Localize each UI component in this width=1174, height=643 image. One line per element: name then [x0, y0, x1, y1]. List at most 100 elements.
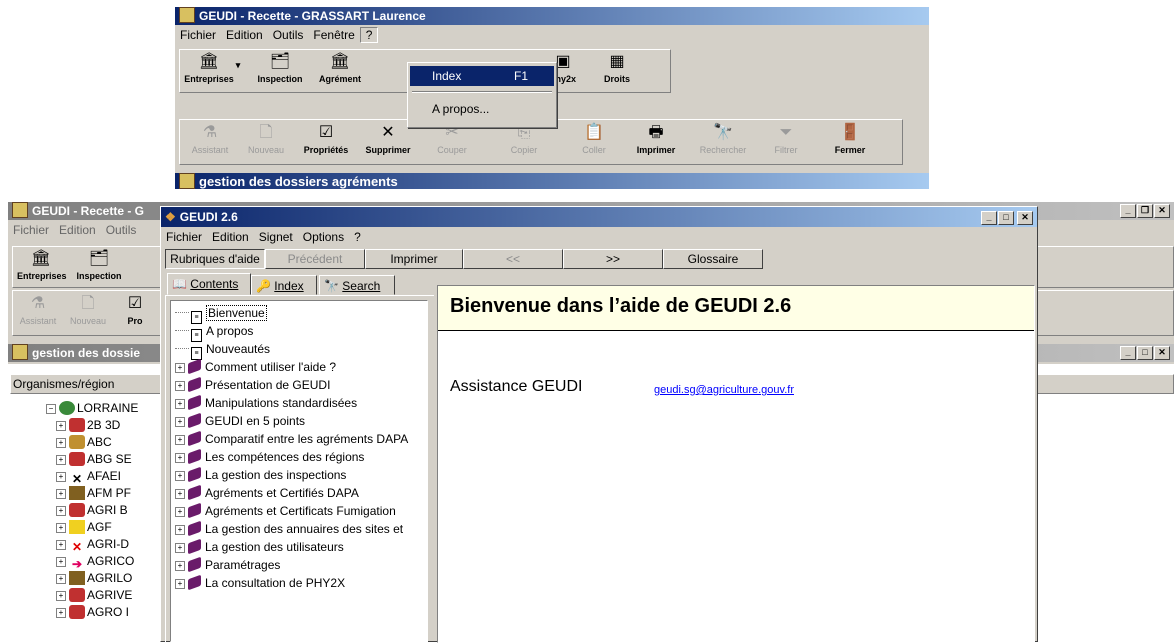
tree-node-organism[interactable]: + ABG SE: [56, 451, 132, 468]
menu-edition[interactable]: Edition: [207, 230, 254, 244]
toolbar-proprietes-button[interactable]: ☑ Pro: [115, 295, 155, 326]
contents-page-item[interactable]: ≡ A propos: [175, 323, 253, 342]
glossaire-button[interactable]: Glossaire: [663, 249, 763, 269]
toolbar-supprimer-button[interactable]: ✕ Supprimer: [358, 124, 418, 155]
toolbar-rechercher-button[interactable]: 🔭 Rechercher: [692, 124, 754, 155]
expand-icon[interactable]: +: [175, 399, 185, 409]
expand-icon[interactable]: +: [56, 523, 66, 533]
expand-icon[interactable]: +: [175, 561, 185, 571]
expand-icon[interactable]: +: [56, 455, 66, 465]
contents-book-item[interactable]: + Agréments et Certificats Fumigation: [175, 502, 396, 520]
minimize-icon[interactable]: _: [1120, 204, 1136, 218]
tab-search[interactable]: 🔭 Search: [319, 275, 395, 295]
expand-icon[interactable]: +: [56, 438, 66, 448]
minimize-icon[interactable]: _: [1120, 346, 1136, 360]
browse-forward-button[interactable]: >>: [563, 249, 663, 269]
contents-book-item[interactable]: + Comment utiliser l'aide ?: [175, 358, 336, 376]
expand-icon[interactable]: +: [56, 557, 66, 567]
tree-node-organism[interactable]: + AGRILO: [56, 570, 132, 587]
expand-icon[interactable]: +: [56, 540, 66, 550]
expand-icon[interactable]: +: [175, 507, 185, 517]
tree-node-organism[interactable]: + AGRIVE: [56, 587, 132, 604]
menu-edition[interactable]: Edition: [54, 223, 101, 237]
contents-page-item[interactable]: ≡ Bienvenue: [175, 305, 267, 324]
menu-item-about[interactable]: A propos...: [410, 99, 554, 119]
contents-book-item[interactable]: + La gestion des utilisateurs: [175, 538, 344, 556]
contents-book-item[interactable]: + La gestion des annuaires des sites et: [175, 520, 403, 538]
tree-node-organism[interactable]: + ✕ AGRI-D: [56, 536, 129, 554]
toolbar-assistant-button[interactable]: ⚗ Assistant: [15, 295, 61, 326]
close-icon[interactable]: ✕: [1017, 211, 1033, 225]
toolbar-entreprises-button[interactable]: 🏛 Entreprises: [184, 53, 234, 84]
tab-contents[interactable]: 📖 Contents: [167, 273, 251, 295]
toolbar-droits-button[interactable]: ▦ Droits: [592, 53, 642, 84]
tree-node-organism[interactable]: + ➔ AGRICO: [56, 553, 134, 571]
menu-fenetre[interactable]: Fenêtre: [308, 28, 359, 42]
tree-node-organism[interactable]: +2B 3D: [56, 417, 120, 434]
menu-edition[interactable]: Edition: [221, 28, 268, 42]
menu-help[interactable]: ?: [359, 27, 379, 43]
contents-page-item[interactable]: ≡ Nouveautés: [175, 341, 270, 360]
tree-node-organism[interactable]: + ✕ AFAEI: [56, 468, 121, 486]
minimize-icon[interactable]: _: [981, 211, 997, 225]
toolbar-copier-button[interactable]: ⎘ Copier: [494, 124, 554, 155]
toolbar-nouveau-button[interactable]: 🗋 Nouveau: [240, 124, 292, 155]
toolbar-inspection-button[interactable]: 🗂 Inspection: [250, 53, 310, 84]
tree-node-organism[interactable]: + AFM PF: [56, 485, 131, 502]
menu-signet[interactable]: Signet: [254, 230, 298, 244]
expand-icon[interactable]: +: [175, 525, 185, 535]
expand-icon[interactable]: +: [175, 579, 185, 589]
precedent-button[interactable]: Précédent: [265, 249, 365, 269]
expand-icon[interactable]: +: [56, 608, 66, 618]
toolbar-entreprises-button[interactable]: 🏛 Entreprises: [17, 250, 67, 281]
toolbar-inspection-button[interactable]: 🗂 Inspection: [71, 250, 127, 281]
expand-icon[interactable]: +: [175, 435, 185, 445]
contents-book-item[interactable]: + Agréments et Certifiés DAPA: [175, 484, 359, 502]
expand-icon[interactable]: +: [175, 489, 185, 499]
tab-index[interactable]: 🔑 Index: [251, 275, 317, 295]
imprimer-button[interactable]: Imprimer: [365, 249, 463, 269]
expand-icon[interactable]: +: [175, 363, 185, 373]
contents-book-item[interactable]: + Présentation de GEUDI: [175, 376, 330, 394]
browse-back-button[interactable]: <<: [463, 249, 563, 269]
toolbar-proprietes-button[interactable]: ☑ Propriétés: [296, 124, 356, 155]
toolbar-fermer-button[interactable]: 🚪 Fermer: [820, 124, 880, 155]
toolbar-assistant-button[interactable]: ⚗ Assistant: [184, 124, 236, 155]
expand-icon[interactable]: +: [56, 421, 66, 431]
tree-node-organism[interactable]: + ABC: [56, 434, 112, 451]
expand-icon[interactable]: +: [56, 591, 66, 601]
contents-book-item[interactable]: + Comparatif entre les agréments DAPA: [175, 430, 408, 448]
maximize-icon[interactable]: □: [998, 211, 1014, 225]
expand-icon[interactable]: +: [175, 417, 185, 427]
menu-outils[interactable]: Outils: [101, 223, 142, 237]
contents-book-item[interactable]: + La gestion des inspections: [175, 466, 346, 484]
toolbar-dropdown-arrow[interactable]: ▾: [234, 60, 242, 71]
contents-book-item[interactable]: + Les compétences des régions: [175, 448, 364, 466]
menu-item-index[interactable]: Index F1: [410, 66, 554, 86]
toolbar-couper-button[interactable]: ✂ Couper: [422, 124, 482, 155]
expand-icon[interactable]: +: [56, 472, 66, 482]
expand-icon[interactable]: +: [56, 489, 66, 499]
restore-icon[interactable]: ❐: [1137, 204, 1153, 218]
contents-book-item[interactable]: + Paramétrages: [175, 556, 280, 574]
toolbar-filtrer-button[interactable]: ⏷ Filtrer: [760, 124, 812, 155]
menu-options[interactable]: Options: [298, 230, 349, 244]
expand-icon[interactable]: +: [56, 506, 66, 516]
contents-book-item[interactable]: + GEUDI en 5 points: [175, 412, 305, 430]
tree-node-region[interactable]: − LORRAINE: [46, 400, 138, 417]
menu-fichier[interactable]: Fichier: [8, 223, 54, 237]
expand-icon[interactable]: +: [175, 453, 185, 463]
rubriques-button[interactable]: Rubriques d'aide: [165, 249, 265, 269]
contents-book-item[interactable]: + La consultation de PHY2X: [175, 574, 345, 592]
tree-node-organism[interactable]: + AGRO I: [56, 604, 129, 621]
toolbar-imprimer-button[interactable]: 🖶 Imprimer: [626, 124, 686, 155]
expand-icon[interactable]: +: [175, 471, 185, 481]
tree-node-organism[interactable]: + AGF: [56, 519, 112, 536]
close-icon[interactable]: ✕: [1154, 204, 1170, 218]
close-icon[interactable]: ✕: [1154, 346, 1170, 360]
toolbar-agrement-button[interactable]: 🏛 Agrément: [314, 53, 366, 84]
collapse-icon[interactable]: −: [46, 404, 56, 414]
menu-fichier[interactable]: Fichier: [161, 230, 207, 244]
menu-fichier[interactable]: Fichier: [175, 28, 221, 42]
expand-icon[interactable]: +: [175, 543, 185, 553]
